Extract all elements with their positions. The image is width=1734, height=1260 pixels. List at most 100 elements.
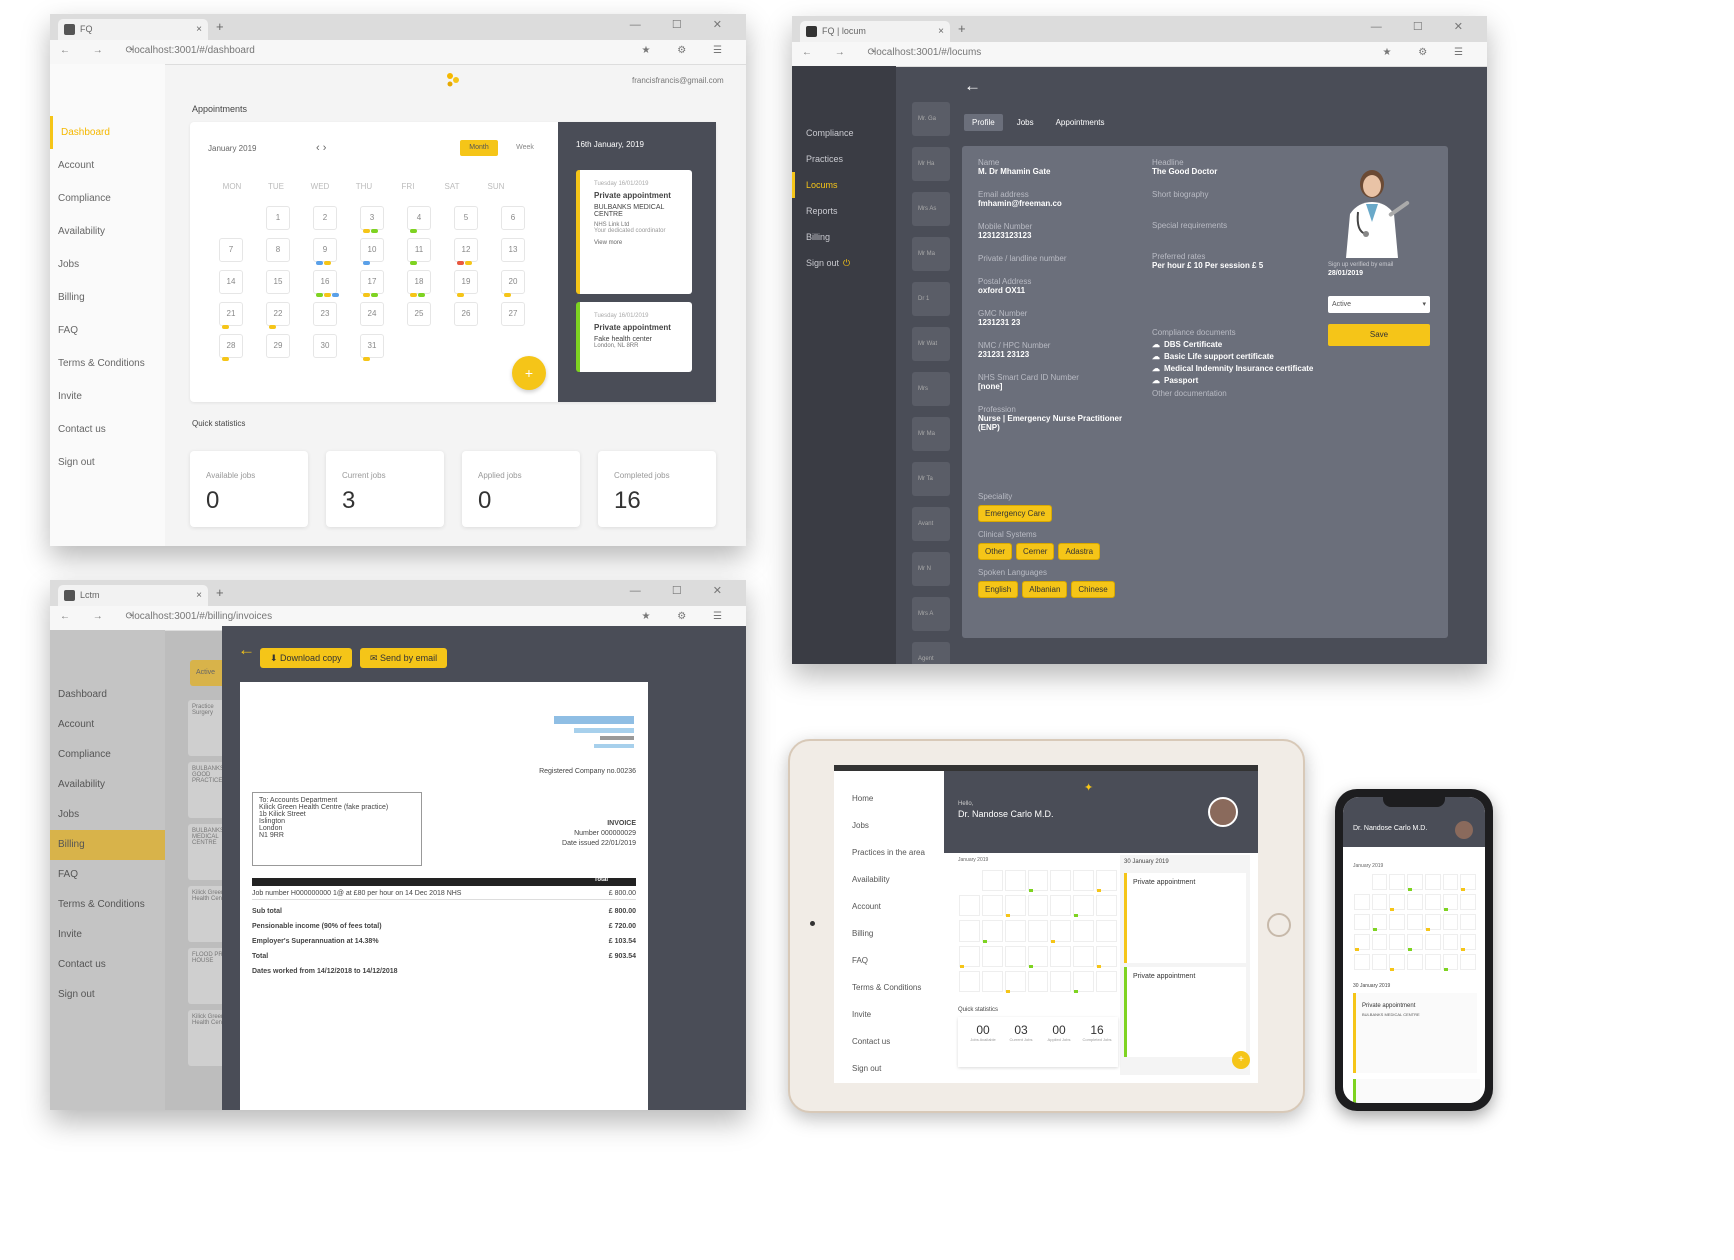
list-item[interactable]: Mr Ma <box>912 417 950 451</box>
menu-item[interactable]: Terms & Conditions <box>834 974 944 1001</box>
close-tab-icon[interactable]: × <box>196 19 202 40</box>
calendar-day[interactable]: 27 <box>501 302 525 326</box>
sidebar-item[interactable]: Jobs <box>50 800 165 830</box>
menu-item[interactable]: Sign out <box>834 1055 944 1082</box>
calendar-day[interactable] <box>1073 920 1095 942</box>
appointment-card[interactable] <box>1353 1079 1480 1103</box>
calendar-day[interactable] <box>959 970 980 992</box>
appointment-card[interactable]: Private appointment <box>1124 967 1246 1057</box>
add-appointment-button[interactable]: + <box>512 356 546 390</box>
menu-item[interactable]: FAQ <box>834 947 944 974</box>
calendar-day[interactable] <box>1371 954 1388 970</box>
extensions-icon[interactable]: ★ ⚙ ☰ <box>1383 47 1475 58</box>
list-item[interactable]: Agent <box>912 642 950 664</box>
calendar-day[interactable] <box>1354 954 1370 970</box>
sidebar-item[interactable]: Invite <box>50 380 165 413</box>
view-more-link[interactable]: View more <box>594 240 686 246</box>
tag-chip[interactable]: Chinese <box>1071 581 1115 598</box>
calendar-day[interactable] <box>1050 895 1072 917</box>
tab-jobs[interactable]: Jobs <box>1009 114 1042 131</box>
sidebar-item[interactable]: Compliance <box>792 120 896 146</box>
browser-tab[interactable]: FQ × <box>58 19 208 40</box>
calendar-day[interactable] <box>981 920 1003 942</box>
list-item[interactable]: Mr Wat <box>912 327 950 361</box>
calendar-day[interactable]: 19 <box>454 270 478 294</box>
calendar-day[interactable]: 31 <box>360 334 384 358</box>
calendar-day[interactable]: 28 <box>219 334 243 358</box>
document-item[interactable]: ☁ DBS Certificate <box>1152 340 1332 349</box>
calendar-day[interactable]: 29 <box>266 334 290 358</box>
close-tab-icon[interactable]: × <box>196 585 202 606</box>
calendar-day[interactable] <box>981 870 1003 892</box>
sidebar-item[interactable]: Dashboard <box>50 116 165 149</box>
calendar-day[interactable]: 8 <box>266 238 290 262</box>
calendar-day[interactable] <box>1354 894 1370 910</box>
new-tab-icon[interactable]: + <box>216 19 224 34</box>
calendar-day[interactable] <box>1442 914 1459 930</box>
sidebar-item[interactable]: Dashboard <box>50 680 165 710</box>
calendar-day[interactable]: 13 <box>501 238 525 262</box>
sidebar-item[interactable]: Invite <box>50 920 165 950</box>
sidebar-item[interactable]: Account <box>50 710 165 740</box>
calendar-day[interactable] <box>1424 894 1441 910</box>
calendar-day[interactable] <box>1442 934 1459 950</box>
sidebar-item[interactable]: Sign out <box>50 446 165 479</box>
calendar-day[interactable] <box>1096 945 1117 967</box>
url-field[interactable]: localhost:3001/#/billing/invoices <box>132 611 272 622</box>
send-email-button[interactable]: ✉ Send by email <box>360 648 448 668</box>
list-item[interactable]: Mr Ma <box>912 237 950 271</box>
appointment-card[interactable]: Private appointment BULBANKS MEDICAL CEN… <box>1353 993 1477 1073</box>
sidebar-item[interactable]: Sign out <box>50 980 165 1010</box>
status-select[interactable]: Active ▾ <box>1328 296 1430 313</box>
list-item[interactable]: Avant <box>912 507 950 541</box>
calendar-day[interactable] <box>959 920 980 942</box>
calendar-day[interactable] <box>1027 895 1049 917</box>
sidebar-item[interactable]: Account <box>50 149 165 182</box>
sidebar-item[interactable]: Availability <box>50 215 165 248</box>
calendar-day[interactable]: 22 <box>266 302 290 326</box>
list-item[interactable]: Dr 1 <box>912 282 950 316</box>
calendar-day[interactable]: 6 <box>501 206 525 230</box>
menu-item[interactable]: Availability <box>834 866 944 893</box>
calendar-day[interactable] <box>1460 954 1476 970</box>
calendar-day[interactable] <box>1027 870 1049 892</box>
calendar-day[interactable] <box>1073 970 1095 992</box>
sidebar-item[interactable]: Reports <box>792 198 896 224</box>
menu-item[interactable]: Invite <box>834 1001 944 1028</box>
document-item[interactable]: ☁ Basic Life support certificate <box>1152 352 1332 361</box>
calendar-day[interactable]: 25 <box>407 302 431 326</box>
calendar-day[interactable] <box>1050 970 1072 992</box>
sidebar-item[interactable]: Terms & Conditions <box>50 890 165 920</box>
browser-tab[interactable]: FQ | locum × <box>800 21 950 42</box>
sidebar-item[interactable]: Jobs <box>50 248 165 281</box>
menu-item[interactable]: Billing <box>834 920 944 947</box>
calendar-day[interactable]: 4 <box>407 206 431 230</box>
calendar-day[interactable] <box>1389 914 1406 930</box>
sidebar-item[interactable]: Contact us <box>50 950 165 980</box>
document-item[interactable]: ☁ Medical Indemnity Insurance certificate <box>1152 364 1332 373</box>
calendar-day[interactable]: 30 <box>313 334 337 358</box>
calendar-day[interactable] <box>1073 945 1095 967</box>
calendar-day[interactable] <box>1027 945 1049 967</box>
calendar-day[interactable] <box>1407 914 1423 930</box>
calendar-day[interactable] <box>1460 914 1476 930</box>
calendar-day[interactable] <box>959 945 980 967</box>
calendar-day[interactable] <box>1389 874 1406 890</box>
sidebar-item[interactable]: Compliance <box>50 740 165 770</box>
list-item[interactable]: Mrs <box>912 372 950 406</box>
calendar-day[interactable] <box>1371 874 1388 890</box>
calendar-day[interactable] <box>1407 894 1423 910</box>
list-item[interactable]: Mr N <box>912 552 950 586</box>
calendar-day[interactable] <box>1050 920 1072 942</box>
tab-profile[interactable]: Profile <box>964 114 1003 131</box>
calendar-day[interactable] <box>1407 954 1423 970</box>
calendar-day[interactable] <box>1442 874 1459 890</box>
tab-appointments[interactable]: Appointments <box>1048 114 1113 131</box>
calendar-day[interactable] <box>1004 970 1026 992</box>
calendar-day[interactable]: 9 <box>313 238 337 262</box>
calendar-day[interactable] <box>1096 920 1117 942</box>
calendar-day[interactable]: 21 <box>219 302 243 326</box>
list-item[interactable]: Mrs As <box>912 192 950 226</box>
calendar-day[interactable] <box>1424 874 1441 890</box>
extensions-icon[interactable]: ★ ⚙ ☰ <box>642 45 734 56</box>
